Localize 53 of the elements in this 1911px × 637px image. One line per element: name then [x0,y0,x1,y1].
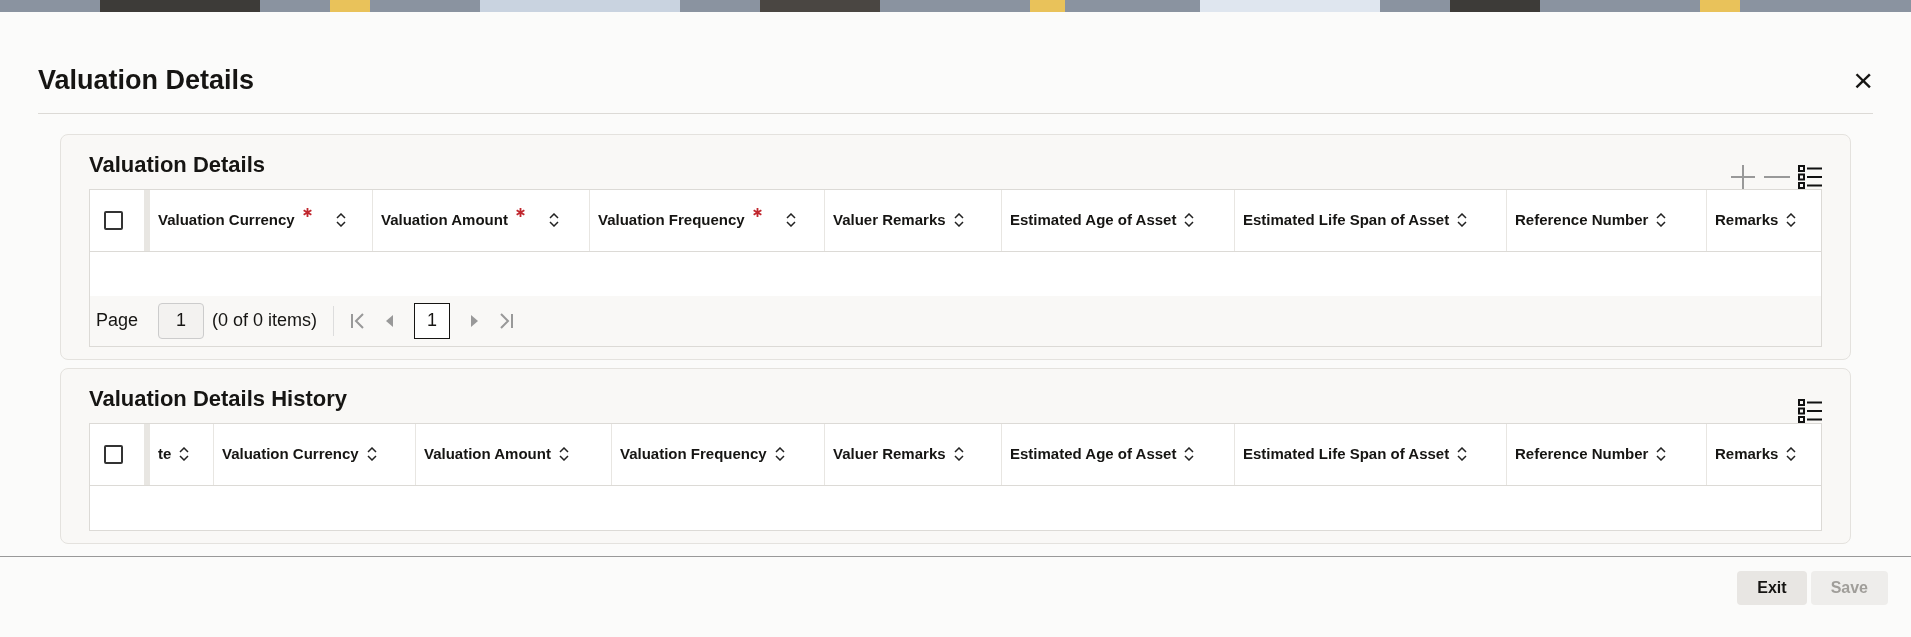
first-page-icon[interactable] [350,312,367,329]
section-title: Valuation Details History [89,385,347,413]
select-all-checkbox[interactable] [103,210,123,230]
sort-icon[interactable] [1457,213,1468,227]
close-button[interactable]: × [1853,63,1873,98]
sort-icon[interactable] [774,447,785,461]
sort-icon[interactable] [1184,447,1195,461]
column-header[interactable]: Valuation Amount [373,189,590,251]
sort-icon[interactable] [366,447,377,461]
column-header[interactable]: Valuer Remarks [825,189,1002,251]
sort-icon[interactable] [1786,213,1797,227]
column-header[interactable]: Reference Number [1507,423,1707,485]
column-header[interactable]: Valuation Currency [214,423,416,485]
next-page-icon[interactable] [470,314,479,327]
item-count: (0 of 0 items) [212,309,318,332]
sort-icon[interactable] [548,213,559,227]
footer-button[interactable]: Exit [1737,571,1807,605]
column-header[interactable]: Valuation Frequency [612,423,825,485]
column-header[interactable]: Estimated Age of Asset [1002,189,1235,251]
sort-icon[interactable] [1656,447,1667,461]
sort-icon[interactable] [335,213,346,227]
section-title: Valuation Details [89,151,266,179]
column-header[interactable]: Remarks [1707,423,1834,485]
page-label: Page [96,309,139,332]
sort-icon[interactable] [1786,447,1797,461]
sort-icon[interactable] [953,447,964,461]
sort-icon[interactable] [179,447,190,461]
sort-icon[interactable] [1656,213,1667,227]
column-header[interactable]: te [150,423,214,485]
column-header[interactable]: Valuation Frequency [590,189,825,251]
last-page-icon[interactable] [498,312,515,329]
column-header[interactable]: Valuation Currency [150,189,373,251]
sort-icon[interactable] [1457,447,1468,461]
sort-icon[interactable] [558,447,569,461]
sort-icon[interactable] [1184,213,1195,227]
column-header[interactable]: Reference Number [1507,189,1707,251]
current-page-button[interactable]: 1 [414,302,451,339]
dialog-title: Valuation Details [38,64,255,97]
column-list-icon[interactable] [1798,398,1822,423]
column-header[interactable]: Valuer Remarks [825,423,1002,485]
remove-icon[interactable] [1764,174,1790,179]
select-all-checkbox[interactable] [103,444,123,464]
previous-page-icon[interactable] [386,314,395,327]
column-list-icon[interactable] [1798,164,1822,189]
column-header[interactable]: Remarks [1707,189,1834,251]
column-header[interactable]: Valuation Amount [416,423,612,485]
column-header[interactable]: Estimated Age of Asset [1002,423,1235,485]
column-header[interactable]: Estimated Life Span of Asset [1235,189,1507,251]
sort-icon[interactable] [953,213,964,227]
page-input[interactable]: 1 [158,302,205,339]
add-icon[interactable] [1730,163,1756,190]
column-header[interactable]: Estimated Life Span of Asset [1235,423,1507,485]
sort-icon[interactable] [785,213,796,227]
